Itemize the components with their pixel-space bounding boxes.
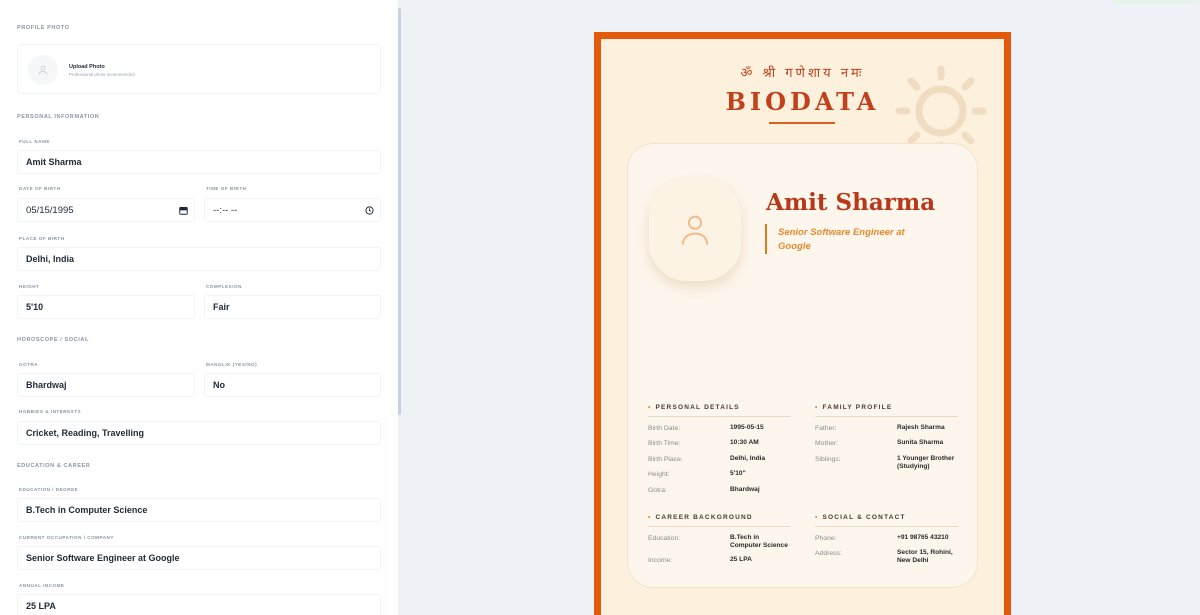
career-background-rule (648, 526, 790, 527)
complexion-value: Fair (213, 302, 230, 312)
hobbies-field[interactable]: Cricket, Reading, Travelling (17, 421, 381, 445)
social-contact-heading: SOCIAL & CONTACT (815, 514, 906, 521)
profile-photo-frame (649, 178, 741, 281)
section-education-career: EDUCATION & CAREER (17, 463, 91, 469)
biodata-name: Amit Sharma (766, 189, 936, 216)
biodata-form-panel: PROFILE PHOTO Upload Photo Professional … (0, 0, 398, 615)
social-contact-rule (815, 526, 958, 527)
gotra-label: GOTRA (19, 362, 39, 367)
personal-value: Bhardwaj (730, 486, 760, 493)
manglik-label: MANGLIK (YES/NO) (206, 362, 258, 367)
full-name-field[interactable]: Amit Sharma (17, 150, 381, 174)
social-key: Address: (815, 550, 842, 557)
pob-value: Delhi, India (26, 254, 75, 264)
career-key: Income: (648, 557, 673, 564)
biodata-card: Amit Sharma Senior Software Engineer at … (627, 143, 978, 588)
social-value: Sector 15, Rohini, New Delhi (897, 549, 953, 565)
occupation-value: Senior Software Engineer at Google (26, 553, 180, 563)
height-value: 5'10 (26, 302, 44, 312)
tob-field[interactable]: --:-- -- (204, 198, 381, 222)
personal-key: Height: (648, 471, 670, 478)
pob-field[interactable]: Delhi, India (17, 247, 381, 271)
family-key: Mother: (815, 440, 839, 447)
biodata-occupation: Senior Software Engineer at Google (778, 227, 905, 253)
form-scrollbar[interactable] (398, 8, 401, 415)
degree-label: EDUCATION / DEGREE (19, 487, 79, 492)
dob-label: DATE OF BIRTH (19, 186, 61, 191)
degree-field[interactable]: B.Tech in Computer Science (17, 498, 381, 522)
personal-value: Delhi, India (730, 455, 766, 462)
hobbies-value: Cricket, Reading, Travelling (26, 428, 145, 438)
gotra-field[interactable]: Bhardwaj (17, 373, 195, 397)
upload-user-icon (28, 55, 58, 85)
full-name-label: FULL NAME (19, 139, 50, 144)
tob-label: TIME OF BIRTH (206, 186, 247, 191)
upload-photo-area[interactable]: Upload Photo Professional photo recommen… (17, 44, 381, 94)
hobbies-label: HOBBIES & INTERESTS (19, 409, 82, 414)
dob-field[interactable]: 05/15/1995 (17, 198, 195, 222)
occupation-field[interactable]: Senior Software Engineer at Google (17, 546, 381, 570)
tob-value: --:-- -- (213, 204, 238, 216)
career-key: Education: (648, 535, 681, 542)
manglik-field[interactable]: No (204, 373, 381, 397)
complexion-label: COMPLEXION (206, 284, 242, 289)
biodata-preview-frame: ॐ श्री गणेशाय नमः BIODATA Amit Sharma Se… (594, 32, 1011, 615)
personal-key: Birth Place: (648, 456, 683, 463)
career-value: 25 LPA (730, 556, 752, 563)
personal-details-heading: PERSONAL DETAILS (648, 404, 740, 411)
family-profile-rule (815, 416, 958, 417)
gotra-value: Bhardwaj (26, 380, 67, 390)
family-profile-heading: FAMILY PROFILE (815, 404, 892, 411)
complexion-field[interactable]: Fair (204, 295, 381, 319)
income-field[interactable]: 25 LPA (17, 594, 381, 615)
title-underline (769, 122, 835, 124)
personal-key: Birth Date: (648, 425, 681, 432)
biodata-mantra: ॐ श्री गणेशाय नमः (740, 66, 865, 81)
degree-value: B.Tech in Computer Science (26, 505, 148, 515)
personal-key: Gotra: (648, 487, 667, 494)
clock-icon[interactable] (365, 206, 374, 215)
upload-photo-title: Upload Photo (69, 64, 105, 70)
pob-label: PLACE OF BIRTH (19, 236, 65, 241)
career-background-heading: CAREER BACKGROUND (648, 514, 753, 521)
top-right-action[interactable] (1112, 0, 1200, 4)
calendar-icon[interactable] (179, 206, 188, 215)
occupation-label: CURRENT OCCUPATION / COMPANY (19, 535, 114, 540)
section-profile-photo: PROFILE PHOTO (17, 25, 70, 31)
personal-details-rule (648, 416, 790, 417)
dob-value: 05/15/1995 (26, 204, 74, 216)
family-value: Sunita Sharma (897, 439, 944, 446)
personal-value: 5'10" (730, 470, 746, 477)
family-value: Rajesh Sharma (897, 424, 945, 431)
upload-photo-subtitle: Professional photo recommended (69, 72, 135, 77)
family-key: Father: (815, 425, 837, 432)
biodata-title: BIODATA (725, 87, 880, 116)
family-key: Siblings: (815, 456, 841, 463)
income-label: ANNUAL INCOME (19, 583, 65, 588)
personal-key: Birth Time: (648, 440, 681, 447)
section-personal-information: PERSONAL INFORMATION (17, 114, 100, 120)
biodata-paper: ॐ श्री गणेशाय नमः BIODATA Amit Sharma Se… (601, 39, 1004, 615)
height-field[interactable]: 5'10 (17, 295, 195, 319)
career-value: B.Tech in Computer Science (730, 534, 788, 550)
manglik-value: No (213, 380, 225, 390)
income-value: 25 LPA (26, 601, 56, 611)
occupation-accent-bar (765, 224, 767, 254)
height-label: HEIGHT (19, 284, 40, 289)
social-key: Phone: (815, 535, 837, 542)
user-icon (681, 215, 709, 245)
personal-value: 1995-05-15 (730, 424, 764, 431)
personal-value: 10:30 AM (730, 439, 759, 446)
full-name-value: Amit Sharma (26, 157, 82, 167)
social-value: +91 98765 43210 (897, 534, 949, 541)
section-horoscope-social: HOROSCOPE / SOCIAL (17, 337, 89, 343)
family-value: 1 Younger Brother (Studying) (897, 455, 955, 471)
